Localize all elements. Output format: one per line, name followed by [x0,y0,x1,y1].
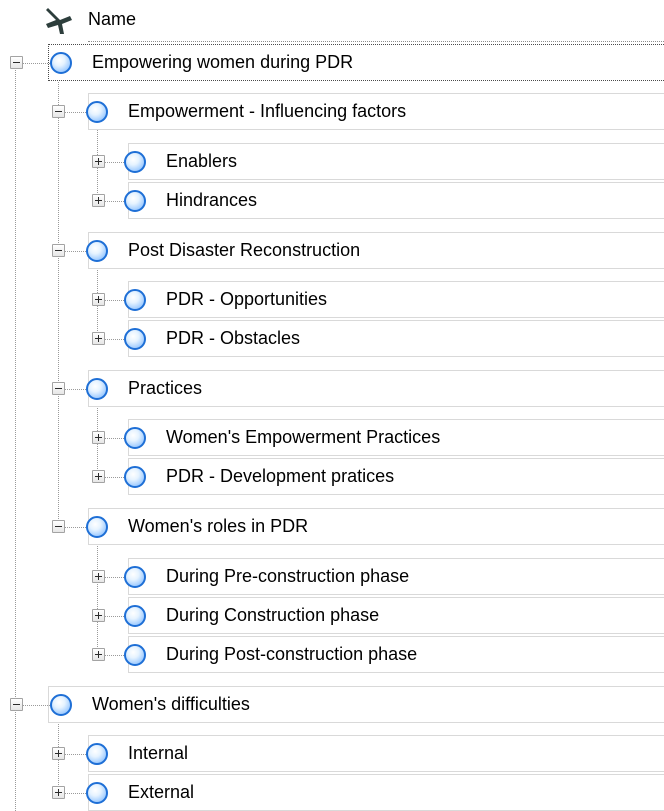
node-sphere-icon [124,151,146,173]
node-sphere-icon [124,566,146,588]
expand-plus-icon[interactable] [92,609,105,622]
tree-node-n1c1[interactable]: Women's Empowerment Practices [128,419,664,456]
node-sphere-icon [124,605,146,627]
tree-node-label: During Post-construction phase [166,644,418,664]
expand-plus-icon[interactable] [92,332,105,345]
tree-node-n2[interactable]: Women's difficulties [48,686,664,723]
tree-node-label: During Pre-construction phase [166,566,410,586]
tree-guide-line [97,536,98,655]
node-sphere-icon [124,644,146,666]
tree-node-label: Internal [128,743,189,763]
collapse-minus-icon[interactable] [52,105,65,118]
tree-node-n1b2[interactable]: PDR - Obstacles [128,320,664,357]
column-header[interactable]: Name [0,0,664,40]
expand-plus-icon[interactable] [92,570,105,583]
tree-node-n1c2[interactable]: PDR - Development pratices [128,458,664,495]
node-sphere-icon [86,782,108,804]
pushpin-icon[interactable] [42,5,76,40]
collapse-minus-icon[interactable] [52,520,65,533]
node-sphere-icon [124,466,146,488]
expand-plus-icon[interactable] [92,431,105,444]
node-sphere-icon [124,328,146,350]
tree-node-n1c[interactable]: Practices [88,370,664,407]
tree-node-label: Hindrances [166,190,258,210]
expand-plus-icon[interactable] [92,194,105,207]
tree-node-n1d1[interactable]: During Pre-construction phase [128,558,664,595]
tree-node-label: PDR - Opportunities [166,289,328,309]
tree-node-label: Empowering women during PDR [92,52,354,72]
tree-node-label: Women's difficulties [92,694,250,714]
expand-plus-icon[interactable] [92,155,105,168]
collapse-minus-icon[interactable] [10,56,23,69]
tree-node-label: Post Disaster Reconstruction [128,240,361,260]
header-divider [88,41,664,42]
tree-node-label: Enablers [166,151,238,171]
node-sphere-icon [86,101,108,123]
tree-node-n2a[interactable]: Internal [88,735,664,772]
node-sphere-icon [86,240,108,262]
node-sphere-icon [50,694,72,716]
tree-node-n1d[interactable]: Women's roles in PDR [88,508,664,545]
expand-plus-icon[interactable] [52,747,65,760]
column-header-name: Name [88,9,137,29]
node-sphere-icon [124,190,146,212]
tree-node-label: Women's roles in PDR [128,516,309,536]
tree-node-n1d2[interactable]: During Construction phase [128,597,664,634]
tree-guide-line [58,72,59,527]
tree-node-label: PDR - Development pratices [166,466,395,486]
tree-node-label: Empowerment - Influencing factors [128,101,407,121]
tree-node-label: PDR - Obstacles [166,328,301,348]
tree-node-label: Practices [128,378,203,398]
tree-node-n1b1[interactable]: PDR - Opportunities [128,281,664,318]
node-sphere-icon [86,516,108,538]
tree-node-n2b[interactable]: External [88,774,664,811]
node-sphere-icon [86,743,108,765]
tree-node-n1[interactable]: Empowering women during PDR [48,44,664,81]
tree-node-label: Women's Empowerment Practices [166,427,441,447]
collapse-minus-icon[interactable] [52,244,65,257]
collapse-minus-icon[interactable] [52,382,65,395]
tree-node-n1b[interactable]: Post Disaster Reconstruction [88,232,664,269]
expand-plus-icon[interactable] [92,648,105,661]
expand-plus-icon[interactable] [92,470,105,483]
tree-node-n1d3[interactable]: During Post-construction phase [128,636,664,673]
expand-plus-icon[interactable] [92,293,105,306]
node-sphere-icon [86,378,108,400]
tree-node-label: External [128,782,195,802]
tree-node-n1a[interactable]: Empowerment - Influencing factors [88,93,664,130]
tree-node-n1a1[interactable]: Enablers [128,143,664,180]
collapse-minus-icon[interactable] [10,698,23,711]
node-sphere-icon [124,427,146,449]
tree-node-label: During Construction phase [166,605,380,625]
tree-node-n1a2[interactable]: Hindrances [128,182,664,219]
node-sphere-icon [124,289,146,311]
expand-plus-icon[interactable] [52,786,65,799]
node-sphere-icon [50,52,72,74]
